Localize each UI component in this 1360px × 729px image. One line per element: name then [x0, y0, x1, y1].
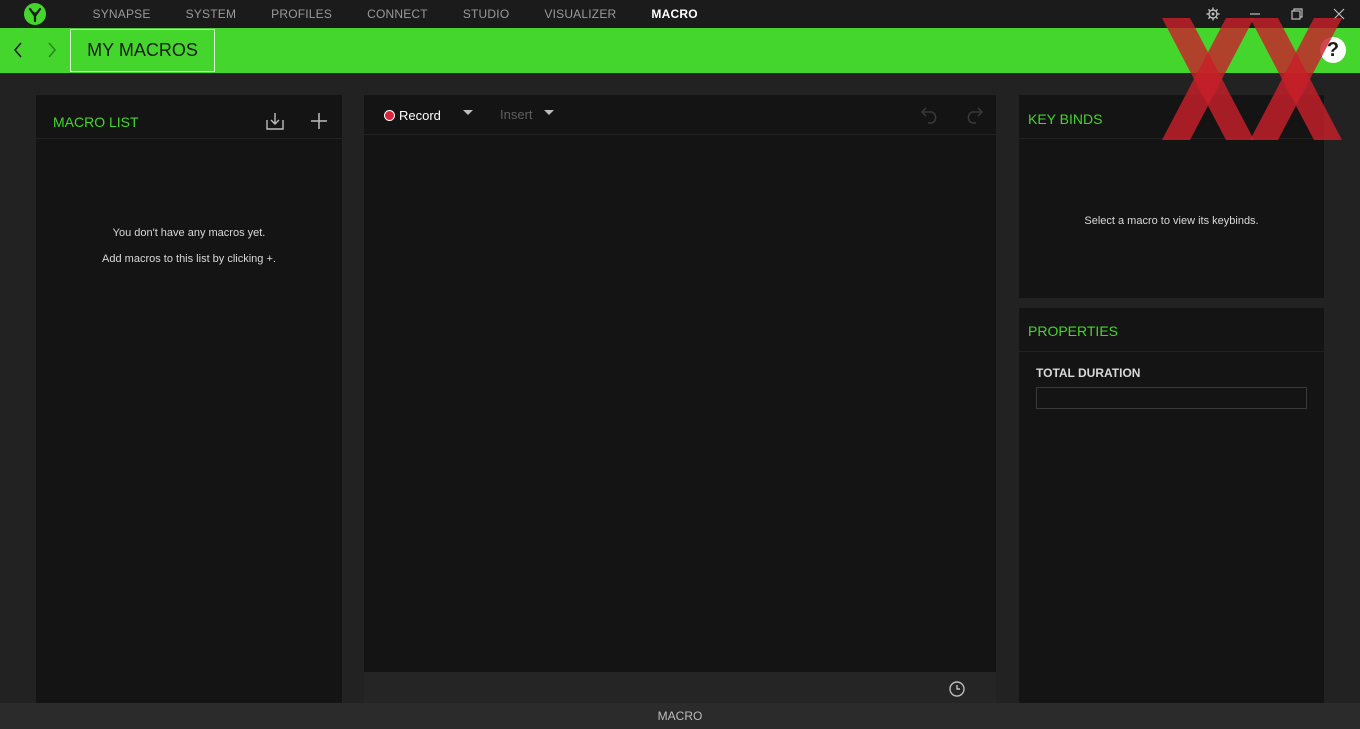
title-bar: SYNAPSE SYSTEM PROFILES CONNECT STUDIO V… [0, 0, 1360, 28]
macro-list-panel: MACRO LIST You don't have any macros yet… [36, 95, 342, 703]
settings-gear-icon[interactable] [1192, 0, 1234, 28]
key-binds-header: KEY BINDS [1019, 95, 1324, 139]
properties-header: PROPERTIES [1019, 308, 1324, 352]
macro-list-title: MACRO LIST [53, 114, 139, 130]
chevron-left-icon[interactable] [8, 38, 28, 62]
record-dropdown-caret[interactable] [463, 110, 473, 115]
insert-dropdown-caret[interactable] [544, 110, 554, 115]
record-label: Record [399, 107, 441, 123]
nav-studio[interactable]: STUDIO [445, 0, 527, 28]
status-bar: MACRO [0, 703, 1360, 729]
macro-list-header: MACRO LIST [36, 95, 342, 139]
macro-event-list[interactable] [364, 135, 996, 672]
import-icon[interactable] [263, 109, 287, 133]
restore-icon[interactable] [1276, 0, 1318, 28]
window-controls [1192, 0, 1360, 28]
total-duration-field[interactable] [1036, 387, 1307, 409]
chevron-right-icon[interactable] [42, 38, 62, 62]
nav-connect[interactable]: CONNECT [350, 0, 446, 28]
help-icon[interactable]: ? [1320, 37, 1346, 63]
macro-editor-panel: Record Insert [364, 95, 996, 672]
key-binds-panel: KEY BINDS Select a macro to view its key… [1019, 95, 1324, 298]
total-duration-label: TOTAL DURATION [1036, 366, 1141, 380]
nav-synapse[interactable]: SYNAPSE [75, 0, 168, 28]
close-icon[interactable] [1318, 0, 1360, 28]
nav-system[interactable]: SYSTEM [168, 0, 254, 28]
key-binds-title: KEY BINDS [1028, 111, 1103, 127]
tab-my-macros[interactable]: MY MACROS [70, 29, 215, 72]
sub-header: MY MACROS ? [0, 28, 1360, 73]
add-icon[interactable] [307, 109, 331, 133]
timer-icon[interactable] [948, 680, 966, 698]
nav-visualizer[interactable]: VISUALIZER [527, 0, 634, 28]
empty-list-hint: Add macros to this list by clicking +. [102, 253, 276, 265]
undo-icon[interactable] [918, 103, 942, 127]
razer-logo-icon[interactable] [24, 3, 46, 25]
record-icon [384, 109, 395, 121]
properties-panel: PROPERTIES TOTAL DURATION [1019, 308, 1324, 703]
redo-icon[interactable] [962, 103, 986, 127]
editor-footer [364, 672, 996, 703]
record-button[interactable]: Record [384, 106, 441, 124]
nav-profiles[interactable]: PROFILES [254, 0, 350, 28]
minimize-icon[interactable] [1234, 0, 1276, 28]
key-binds-message: Select a macro to view its keybinds. [1084, 215, 1259, 227]
editor-toolbar: Record Insert [364, 95, 996, 135]
nav-macro[interactable]: MACRO [634, 0, 715, 28]
insert-button[interactable]: Insert [500, 107, 533, 122]
properties-title: PROPERTIES [1028, 323, 1118, 339]
empty-list-message: You don't have any macros yet. [112, 227, 266, 239]
main-nav: SYNAPSE SYSTEM PROFILES CONNECT STUDIO V… [75, 0, 715, 28]
